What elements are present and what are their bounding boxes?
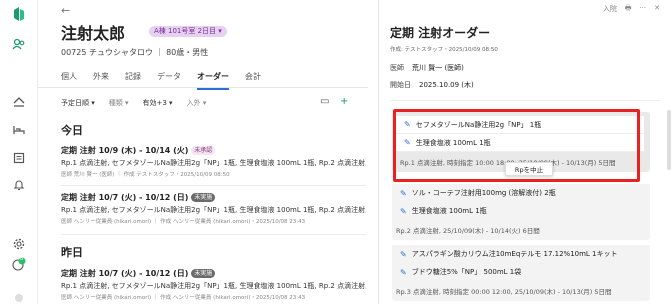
- section-yesterday: 昨日: [61, 246, 83, 259]
- calendar-icon[interactable]: ▭: [320, 96, 329, 107]
- valid-dropdown[interactable]: 有効+3 ▾: [143, 98, 173, 108]
- order-item[interactable]: 定期 注射 10/9 (木) - 10/14 (火) 未承認 Rp.1 点滴注射…: [61, 145, 366, 178]
- order-meta: 医師 荒川 賢一 (医師) ｜ 作成 テストスタッフ・2025/10/09 08…: [61, 172, 230, 178]
- home-icon[interactable]: [11, 94, 27, 110]
- section-today: 今日: [61, 124, 83, 137]
- patient-name: 注射太郎: [61, 24, 126, 43]
- drug-row[interactable]: ✎ 生理食塩液 100mL 1瓶: [392, 202, 650, 220]
- settings-icon[interactable]: [11, 236, 27, 252]
- start-row: 開始日 2025.10.09 (木): [390, 80, 474, 90]
- doctor-row: 医師 荒川 賢一 (医師): [390, 63, 464, 73]
- drug-row[interactable]: ✎ アスパラギン酸カリウム注10mEqテルモ 17.12%10mL 1キット: [392, 245, 650, 263]
- panel-title: 定期 注射オーダー: [390, 26, 491, 40]
- bell-icon[interactable]: [11, 177, 27, 193]
- badge-icon[interactable]: 8: [11, 256, 27, 272]
- start-label: 開始日: [390, 81, 411, 89]
- panel-actions: 入院 🖶 ··· ✕: [603, 4, 660, 15]
- panel-divider: [390, 100, 660, 101]
- start-value: 2025.10.09 (木): [419, 81, 474, 89]
- more-icon[interactable]: ···: [639, 4, 646, 15]
- stop-rp-menu-item[interactable]: Rpを中止: [505, 162, 553, 176]
- notification-count: 8: [20, 256, 24, 262]
- close-icon[interactable]: ✕: [654, 4, 660, 15]
- type-dropdown[interactable]: 種類 ▾: [109, 98, 129, 108]
- patients-icon[interactable]: [11, 36, 27, 52]
- room-badge[interactable]: A棟 101号室 2日目 ▾: [149, 26, 227, 37]
- sort-dropdown[interactable]: 予定日順 ▾: [61, 98, 95, 108]
- rp-footer: Rp.2 点滴注射, 25/10/09(木) - 10/14(火) 6日間: [396, 227, 540, 235]
- back-button[interactable]: ←: [61, 4, 70, 17]
- order-detail: Rp.1 点滴注射, セフメタゾールNa静注用2g「NP」1瓶, 生理食塩液 1…: [61, 159, 366, 167]
- order-detail: Rp.1 点滴注射, セフメタゾールNa静注用2g「NP」1瓶, 生理食塩液 1…: [61, 206, 366, 214]
- pen-icon: ✎: [400, 267, 407, 277]
- drug-row[interactable]: ✎ ソル・コーテフ注射用100mg (溶解液付) 2瓶: [392, 184, 650, 202]
- drug-name: ソル・コーテフ注射用100mg (溶解液付) 2瓶: [411, 189, 556, 197]
- tab-divider: [38, 87, 368, 88]
- order-meta: 医師 ヘンリー従業員 (hikari.omori) ｜ 作成 ヘンリー従業員 (…: [61, 219, 306, 225]
- order-title: 定期 注射 10/7 (火) - 10/12 (日): [61, 193, 189, 202]
- rp3-block[interactable]: ✎ アスパラギン酸カリウム注10mEqテルモ 17.12%10mL 1キット ✎ ブ…: [392, 245, 650, 301]
- logo-icon[interactable]: [11, 6, 27, 22]
- add-icon[interactable]: +: [340, 96, 348, 107]
- drug-name: ブドウ糖注5%「NP」 500mL 1袋: [411, 268, 522, 276]
- patient-main: ← 注射太郎 A棟 101号室 2日目 ▾ 00725 チュウシャタロウ ｜ 8…: [38, 0, 368, 304]
- filter-bar: 予定日順 ▾ 種類 ▾ 有効+3 ▾ 入外 ▾: [61, 98, 220, 108]
- divider: [61, 234, 366, 235]
- order-title: 定期 注射 10/7 (火) - 10/12 (日): [61, 269, 189, 278]
- rp2-block[interactable]: ✎ ソル・コーテフ注射用100mg (溶解液付) 2瓶 ✎ 生理食塩液 100mL …: [392, 184, 650, 240]
- pen-icon: ✎: [400, 206, 407, 216]
- scrollbar[interactable]: [667, 110, 671, 170]
- order-item[interactable]: 定期 注射 10/7 (火) - 10/12 (日) 未実施 Rp.1 点滴注射…: [61, 268, 366, 301]
- drug-row[interactable]: ✎ ブドウ糖注5%「NP」 500mL 1袋: [392, 263, 650, 281]
- inout-dropdown[interactable]: 入外 ▾: [187, 98, 207, 108]
- patient-id-line: 00725 チュウシャタロウ ｜ 80歳・男性: [61, 48, 209, 57]
- left-rail: 8: [0, 0, 38, 304]
- pen-icon: ✎: [400, 249, 407, 259]
- status-badge: 未承認: [191, 146, 216, 155]
- bed-icon[interactable]: [11, 122, 27, 138]
- status-badge: 未実施: [191, 269, 216, 278]
- status-badge: 未実施: [191, 193, 216, 202]
- doctor-value: 荒川 賢一 (医師): [412, 64, 464, 72]
- admission-button[interactable]: 入院: [603, 4, 617, 15]
- pen-icon: ✎: [400, 188, 407, 198]
- order-meta: 医師 ヘンリー従業員 (hikari.omori) ｜ 作成 ヘンリー従業員 (…: [61, 295, 306, 301]
- divider: [61, 185, 366, 186]
- order-item[interactable]: 定期 注射 10/7 (火) - 10/12 (日) 未実施 Rp.1 点滴注射…: [61, 192, 366, 225]
- order-detail: Rp.1 点滴注射, セフメタゾールNa静注用2g「NP」1瓶, 生理食塩液 1…: [61, 282, 366, 290]
- drug-name: 生理食塩液 100mL 1瓶: [411, 207, 487, 215]
- order-title: 定期 注射 10/9 (木) - 10/14 (火): [61, 146, 189, 155]
- list-icon[interactable]: [11, 150, 27, 166]
- print-icon[interactable]: 🖶: [625, 4, 632, 15]
- panel-author: 作成: テストスタッフ・2025/10/09 08:50: [390, 47, 498, 53]
- doctor-label: 医師: [390, 64, 404, 72]
- drug-name: アスパラギン酸カリウム注10mEqテルモ 17.12%10mL 1キット: [411, 250, 618, 258]
- rp-footer: Rp.3 点滴注射, 時刻指定 00:00 12:00, 25/10/09(木)…: [396, 288, 612, 296]
